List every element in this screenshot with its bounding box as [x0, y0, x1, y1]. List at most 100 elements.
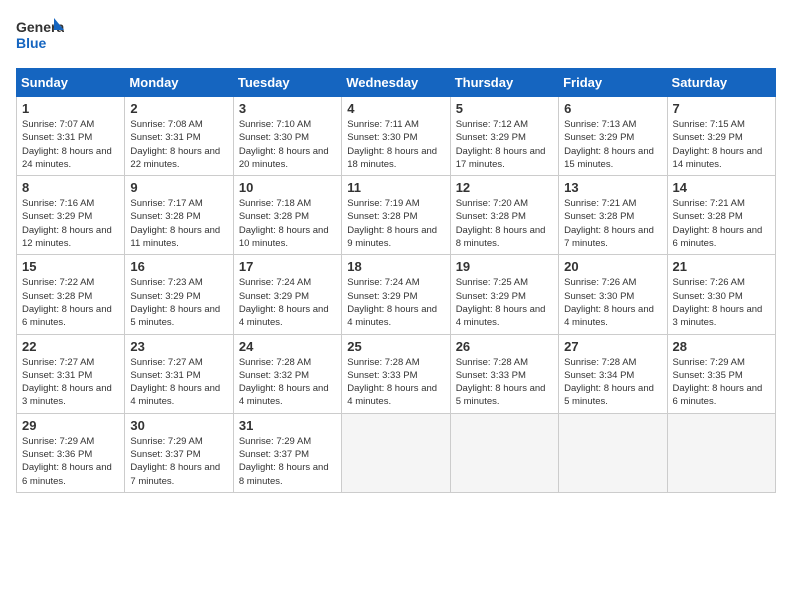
calendar-header-row: SundayMondayTuesdayWednesdayThursdayFrid… — [17, 69, 776, 97]
day-number: 3 — [239, 101, 336, 116]
day-info: Sunrise: 7:17 AM Sunset: 3:28 PM Dayligh… — [130, 197, 227, 250]
day-number: 15 — [22, 259, 119, 274]
day-number: 20 — [564, 259, 661, 274]
calendar-cell: 28 Sunrise: 7:29 AM Sunset: 3:35 PM Dayli… — [667, 334, 775, 413]
day-info: Sunrise: 7:11 AM Sunset: 3:30 PM Dayligh… — [347, 118, 444, 171]
day-info: Sunrise: 7:12 AM Sunset: 3:29 PM Dayligh… — [456, 118, 553, 171]
day-number: 5 — [456, 101, 553, 116]
day-info: Sunrise: 7:24 AM Sunset: 3:29 PM Dayligh… — [347, 276, 444, 329]
calendar-cell: 10 Sunrise: 7:18 AM Sunset: 3:28 PM Dayli… — [233, 176, 341, 255]
day-header-wednesday: Wednesday — [342, 69, 450, 97]
day-number: 27 — [564, 339, 661, 354]
day-info: Sunrise: 7:29 AM Sunset: 3:37 PM Dayligh… — [130, 435, 227, 488]
svg-text:Blue: Blue — [16, 35, 47, 51]
day-info: Sunrise: 7:28 AM Sunset: 3:32 PM Dayligh… — [239, 356, 336, 409]
day-number: 7 — [673, 101, 770, 116]
calendar-cell: 30 Sunrise: 7:29 AM Sunset: 3:37 PM Dayli… — [125, 413, 233, 492]
calendar-cell: 1Sunrise: 7:07 AM Sunset: 3:31 PM Daylig… — [17, 97, 125, 176]
day-number: 18 — [347, 259, 444, 274]
day-number: 24 — [239, 339, 336, 354]
day-number: 4 — [347, 101, 444, 116]
day-number: 21 — [673, 259, 770, 274]
calendar-cell — [342, 413, 450, 492]
day-info: Sunrise: 7:23 AM Sunset: 3:29 PM Dayligh… — [130, 276, 227, 329]
day-info: Sunrise: 7:27 AM Sunset: 3:31 PM Dayligh… — [130, 356, 227, 409]
day-number: 17 — [239, 259, 336, 274]
calendar-cell: 15 Sunrise: 7:22 AM Sunset: 3:28 PM Dayli… — [17, 255, 125, 334]
day-info: Sunrise: 7:07 AM Sunset: 3:31 PM Dayligh… — [22, 118, 119, 171]
day-number: 23 — [130, 339, 227, 354]
calendar-cell: 23 Sunrise: 7:27 AM Sunset: 3:31 PM Dayli… — [125, 334, 233, 413]
day-number: 31 — [239, 418, 336, 433]
calendar-cell: 20 Sunrise: 7:26 AM Sunset: 3:30 PM Dayli… — [559, 255, 667, 334]
calendar-week-4: 22Sunrise: 7:27 AM Sunset: 3:31 PM Dayli… — [17, 334, 776, 413]
day-header-sunday: Sunday — [17, 69, 125, 97]
calendar-week-1: 1Sunrise: 7:07 AM Sunset: 3:31 PM Daylig… — [17, 97, 776, 176]
calendar-cell: 3 Sunrise: 7:10 AM Sunset: 3:30 PM Daylig… — [233, 97, 341, 176]
calendar-cell: 4 Sunrise: 7:11 AM Sunset: 3:30 PM Daylig… — [342, 97, 450, 176]
day-header-tuesday: Tuesday — [233, 69, 341, 97]
day-info: Sunrise: 7:21 AM Sunset: 3:28 PM Dayligh… — [673, 197, 770, 250]
calendar-cell: 6 Sunrise: 7:13 AM Sunset: 3:29 PM Daylig… — [559, 97, 667, 176]
calendar-cell: 5 Sunrise: 7:12 AM Sunset: 3:29 PM Daylig… — [450, 97, 558, 176]
day-info: Sunrise: 7:08 AM Sunset: 3:31 PM Dayligh… — [130, 118, 227, 171]
calendar-cell: 24 Sunrise: 7:28 AM Sunset: 3:32 PM Dayli… — [233, 334, 341, 413]
day-info: Sunrise: 7:25 AM Sunset: 3:29 PM Dayligh… — [456, 276, 553, 329]
day-info: Sunrise: 7:26 AM Sunset: 3:30 PM Dayligh… — [673, 276, 770, 329]
calendar-cell: 13 Sunrise: 7:21 AM Sunset: 3:28 PM Dayli… — [559, 176, 667, 255]
calendar-table: SundayMondayTuesdayWednesdayThursdayFrid… — [16, 68, 776, 493]
day-number: 28 — [673, 339, 770, 354]
day-info: Sunrise: 7:22 AM Sunset: 3:28 PM Dayligh… — [22, 276, 119, 329]
day-info: Sunrise: 7:16 AM Sunset: 3:29 PM Dayligh… — [22, 197, 119, 250]
day-info: Sunrise: 7:28 AM Sunset: 3:33 PM Dayligh… — [347, 356, 444, 409]
day-info: Sunrise: 7:29 AM Sunset: 3:37 PM Dayligh… — [239, 435, 336, 488]
day-number: 30 — [130, 418, 227, 433]
calendar-cell: 8 Sunrise: 7:16 AM Sunset: 3:29 PM Daylig… — [17, 176, 125, 255]
calendar-cell — [450, 413, 558, 492]
day-info: Sunrise: 7:19 AM Sunset: 3:28 PM Dayligh… — [347, 197, 444, 250]
day-info: Sunrise: 7:28 AM Sunset: 3:34 PM Dayligh… — [564, 356, 661, 409]
day-number: 8 — [22, 180, 119, 195]
day-number: 9 — [130, 180, 227, 195]
day-info: Sunrise: 7:26 AM Sunset: 3:30 PM Dayligh… — [564, 276, 661, 329]
calendar-cell: 21 Sunrise: 7:26 AM Sunset: 3:30 PM Dayli… — [667, 255, 775, 334]
calendar-cell: 16 Sunrise: 7:23 AM Sunset: 3:29 PM Dayli… — [125, 255, 233, 334]
calendar-cell: 31 Sunrise: 7:29 AM Sunset: 3:37 PM Dayli… — [233, 413, 341, 492]
day-info: Sunrise: 7:13 AM Sunset: 3:29 PM Dayligh… — [564, 118, 661, 171]
calendar-cell: 9 Sunrise: 7:17 AM Sunset: 3:28 PM Daylig… — [125, 176, 233, 255]
calendar-week-2: 8 Sunrise: 7:16 AM Sunset: 3:29 PM Daylig… — [17, 176, 776, 255]
day-number: 6 — [564, 101, 661, 116]
day-number: 16 — [130, 259, 227, 274]
calendar-cell: 19 Sunrise: 7:25 AM Sunset: 3:29 PM Dayli… — [450, 255, 558, 334]
calendar-body: 1Sunrise: 7:07 AM Sunset: 3:31 PM Daylig… — [17, 97, 776, 493]
day-number: 11 — [347, 180, 444, 195]
day-info: Sunrise: 7:24 AM Sunset: 3:29 PM Dayligh… — [239, 276, 336, 329]
calendar-cell: 11 Sunrise: 7:19 AM Sunset: 3:28 PM Dayli… — [342, 176, 450, 255]
day-info: Sunrise: 7:20 AM Sunset: 3:28 PM Dayligh… — [456, 197, 553, 250]
day-number: 13 — [564, 180, 661, 195]
day-number: 19 — [456, 259, 553, 274]
day-number: 26 — [456, 339, 553, 354]
day-header-thursday: Thursday — [450, 69, 558, 97]
calendar-cell: 2Sunrise: 7:08 AM Sunset: 3:31 PM Daylig… — [125, 97, 233, 176]
calendar-cell: 12Sunrise: 7:20 AM Sunset: 3:28 PM Dayli… — [450, 176, 558, 255]
calendar-cell: 27 Sunrise: 7:28 AM Sunset: 3:34 PM Dayli… — [559, 334, 667, 413]
calendar-cell — [559, 413, 667, 492]
calendar-cell: 26Sunrise: 7:28 AM Sunset: 3:33 PM Dayli… — [450, 334, 558, 413]
page-header: General Blue — [16, 16, 776, 56]
calendar-cell: 22Sunrise: 7:27 AM Sunset: 3:31 PM Dayli… — [17, 334, 125, 413]
day-number: 10 — [239, 180, 336, 195]
calendar-cell — [667, 413, 775, 492]
calendar-cell: 29Sunrise: 7:29 AM Sunset: 3:36 PM Dayli… — [17, 413, 125, 492]
calendar-week-5: 29Sunrise: 7:29 AM Sunset: 3:36 PM Dayli… — [17, 413, 776, 492]
day-info: Sunrise: 7:27 AM Sunset: 3:31 PM Dayligh… — [22, 356, 119, 409]
day-info: Sunrise: 7:21 AM Sunset: 3:28 PM Dayligh… — [564, 197, 661, 250]
day-number: 25 — [347, 339, 444, 354]
day-info: Sunrise: 7:29 AM Sunset: 3:35 PM Dayligh… — [673, 356, 770, 409]
calendar-cell: 17 Sunrise: 7:24 AM Sunset: 3:29 PM Dayli… — [233, 255, 341, 334]
day-info: Sunrise: 7:18 AM Sunset: 3:28 PM Dayligh… — [239, 197, 336, 250]
day-number: 29 — [22, 418, 119, 433]
calendar-week-3: 15 Sunrise: 7:22 AM Sunset: 3:28 PM Dayli… — [17, 255, 776, 334]
day-info: Sunrise: 7:10 AM Sunset: 3:30 PM Dayligh… — [239, 118, 336, 171]
day-header-friday: Friday — [559, 69, 667, 97]
